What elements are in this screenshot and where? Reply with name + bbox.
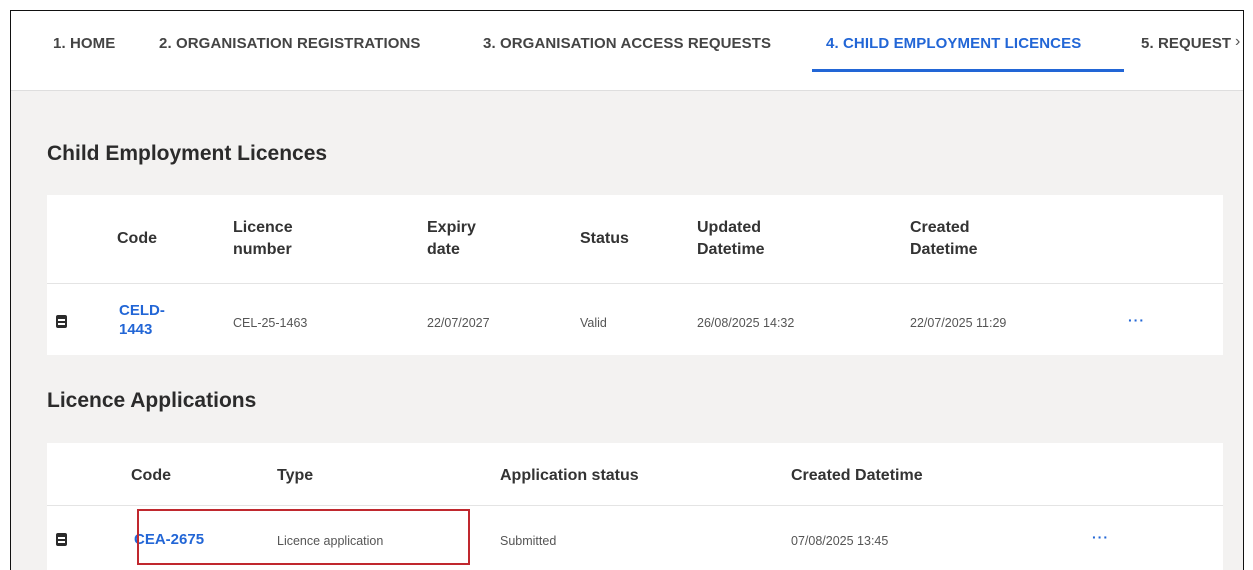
column-header-created-datetime: Created Datetime [791,467,923,484]
column-header-created-datetime: Created Datetime [910,219,978,258]
app-frame: 1. HOME 2. ORGANISATION REGISTRATIONS 3.… [10,10,1244,570]
created-datetime-cell: 22/07/2025 11:29 [910,316,1007,330]
document-icon[interactable] [56,315,67,328]
licences-table: Code Licence number Expiry date Status U… [47,195,1223,355]
chevron-right-icon[interactable]: › [1235,33,1240,51]
tab-child-employment-licences[interactable]: 4. CHILD EMPLOYMENT LICENCES [826,35,1081,52]
tab-organisation-access-requests[interactable]: 3. ORGANISATION ACCESS REQUESTS [483,35,771,52]
licence-code-link[interactable]: CELD- 1443 [119,301,165,339]
column-header-code: Code [131,467,171,484]
tab-bar: 1. HOME 2. ORGANISATION REGISTRATIONS 3.… [11,11,1243,91]
tab-requests[interactable]: 5. REQUEST [1141,35,1231,52]
tab-home[interactable]: 1. HOME [53,35,115,52]
active-tab-indicator [812,69,1124,72]
column-header-status: Status [580,230,629,247]
document-icon[interactable] [56,533,67,546]
column-header-updated-datetime: Updated Datetime [697,219,765,258]
tab-organisation-registrations[interactable]: 2. ORGANISATION REGISTRATIONS [159,35,421,52]
application-status-cell: Submitted [500,534,557,548]
row-divider [47,505,1223,506]
column-header-application-status: Application status [500,467,639,484]
applications-section-title: Licence Applications [47,389,257,412]
licence-number-cell: CEL-25-1463 [233,316,308,330]
row-actions-ellipsis-icon[interactable]: ··· [1128,312,1145,328]
row-divider [47,283,1223,284]
status-cell: Valid [580,316,607,330]
expiry-date-cell: 22/07/2027 [427,316,490,330]
column-header-licence-number: Licence number [233,219,293,258]
column-header-expiry-date: Expiry date [427,219,476,258]
updated-datetime-cell: 26/08/2025 14:32 [697,316,795,330]
column-header-code: Code [117,230,157,247]
created-datetime-cell: 07/08/2025 13:45 [791,534,889,548]
highlight-annotation-box [137,509,470,565]
licences-section-title: Child Employment Licences [47,142,328,165]
row-actions-ellipsis-icon[interactable]: ··· [1092,529,1109,545]
column-header-type: Type [277,467,314,484]
